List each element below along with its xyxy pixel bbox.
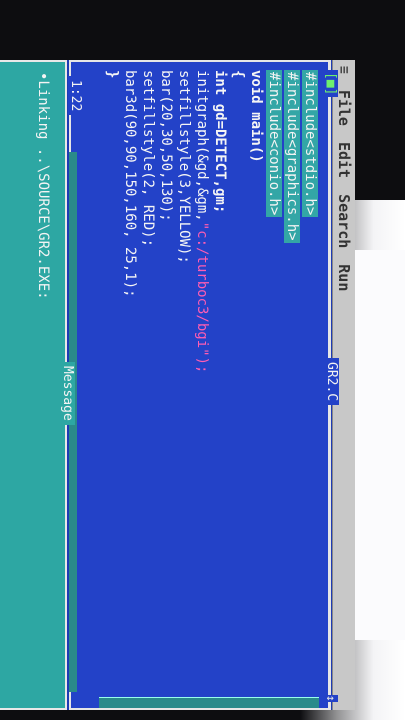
code-line: setfillstyle(2, RED);	[140, 70, 156, 248]
code-line: }	[104, 70, 120, 79]
code-line: {	[230, 70, 246, 79]
editor-window[interactable]: [■] GR2.C ↕ #include<stdio.h> #include<g…	[68, 60, 339, 710]
code-line: #include<graphics.h>	[284, 70, 300, 243]
code-line: void main()	[248, 70, 264, 163]
menu-search[interactable]: Search	[335, 194, 353, 248]
cursor-position: 1:22	[68, 76, 83, 116]
code-line: bar3d(90,90,150,160, 25,1);	[122, 70, 138, 298]
menu-edit[interactable]: Edit	[335, 142, 353, 178]
message-text: •Linking ..\SOURCE\GR2.EXE:	[35, 72, 51, 300]
zoom-icon[interactable]: ↕	[324, 694, 338, 702]
code-line: initgraph(&gd,&gm,"c:/turboc3/bgi");	[194, 70, 210, 374]
dos-screen: ≡ File Edit Search Run [■] GR2.C ↕ #incl…	[0, 60, 355, 710]
close-box-icon[interactable]: [■]	[323, 70, 338, 98]
code-line: #include<stdio.h>	[302, 70, 318, 218]
message-window[interactable]: Message •Linking ..\SOURCE\GR2.EXE:	[0, 60, 75, 710]
code-line: #include<conio.h>	[266, 70, 282, 218]
vertical-scrollbar[interactable]	[99, 697, 319, 708]
background-window	[350, 250, 405, 640]
menu-run[interactable]: Run	[335, 264, 353, 291]
code-line: bar(20,30,50,130);	[158, 70, 174, 222]
message-title: Message	[60, 362, 75, 425]
system-menu-icon[interactable]: ≡	[337, 66, 352, 74]
code-line: setfillstyle(3,YELLOW);	[176, 70, 192, 264]
code-line: int gd=DETECT,gm;	[212, 70, 228, 214]
editor-title: GR2.C	[324, 358, 339, 406]
